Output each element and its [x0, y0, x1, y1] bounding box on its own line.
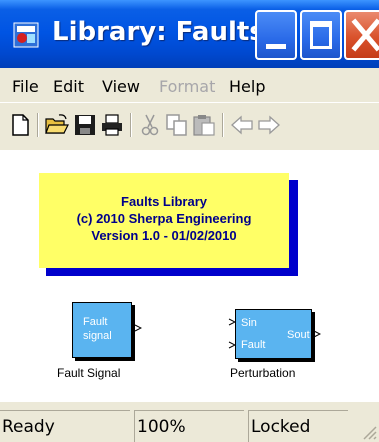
input-port-label-sin: Sin	[241, 317, 257, 329]
back-arrow-icon	[231, 115, 253, 135]
toolbar-separator	[130, 113, 132, 137]
open-folder-icon[interactable]	[45, 113, 69, 137]
toolbar	[0, 102, 379, 150]
status-state: Ready	[0, 410, 130, 442]
annotation-line-1: Faults Library	[121, 194, 207, 209]
maximize-button[interactable]	[300, 10, 342, 60]
output-port-icon[interactable]	[134, 324, 142, 332]
cut-icon	[141, 114, 159, 136]
forward-arrow-icon	[258, 115, 280, 135]
output-port-icon[interactable]	[313, 330, 321, 338]
status-zoom: 100%	[134, 410, 244, 442]
toolbar-separator	[37, 113, 39, 137]
save-icon[interactable]	[73, 113, 97, 137]
minimize-button[interactable]	[255, 10, 297, 60]
fault-signal-block[interactable]: Fault signal	[72, 302, 132, 358]
annotation-line-2: (c) 2010 Sherpa Engineering	[76, 211, 252, 226]
maximize-icon	[310, 21, 332, 49]
menu-format: Format	[159, 77, 216, 96]
menu-view[interactable]: View	[102, 77, 140, 96]
model-canvas[interactable]: Faults Library (c) 2010 Sherpa Engineeri…	[0, 150, 379, 402]
print-icon[interactable]	[100, 113, 124, 137]
output-port-label-sout: Sout	[287, 329, 310, 341]
minimize-icon	[266, 44, 286, 49]
input-port-label-fault: Fault	[241, 339, 266, 351]
close-icon	[351, 18, 379, 52]
close-button[interactable]	[344, 10, 379, 60]
menu-edit[interactable]: Edit	[53, 77, 84, 96]
fault-signal-label-line1: Fault	[83, 316, 108, 328]
status-lock: Locked	[248, 410, 348, 442]
perturbation-caption: Perturbation	[230, 366, 296, 380]
paste-icon	[193, 115, 215, 136]
perturbation-block[interactable]: Sin Fault Sout	[235, 309, 312, 359]
simulink-library-icon	[13, 22, 39, 48]
toolbar-separator	[222, 113, 224, 137]
input-port-icon[interactable]	[228, 318, 236, 326]
menu-bar: File Edit View Format Help	[0, 68, 379, 102]
library-annotation[interactable]: Faults Library (c) 2010 Sherpa Engineeri…	[39, 173, 289, 268]
fault-signal-label-line2: signal	[83, 330, 112, 342]
new-file-icon[interactable]	[8, 113, 32, 137]
fault-signal-caption: Fault Signal	[57, 366, 121, 380]
resize-grip-icon[interactable]	[359, 422, 377, 440]
status-bar: Ready 100% Locked	[0, 402, 379, 442]
title-bar[interactable]: Library: Faults...	[0, 0, 379, 68]
menu-help[interactable]: Help	[229, 77, 265, 96]
copy-icon	[166, 114, 187, 136]
annotation-line-3: Version 1.0 - 01/02/2010	[91, 228, 237, 243]
menu-file[interactable]: File	[12, 77, 39, 96]
input-port-icon[interactable]	[228, 341, 236, 349]
